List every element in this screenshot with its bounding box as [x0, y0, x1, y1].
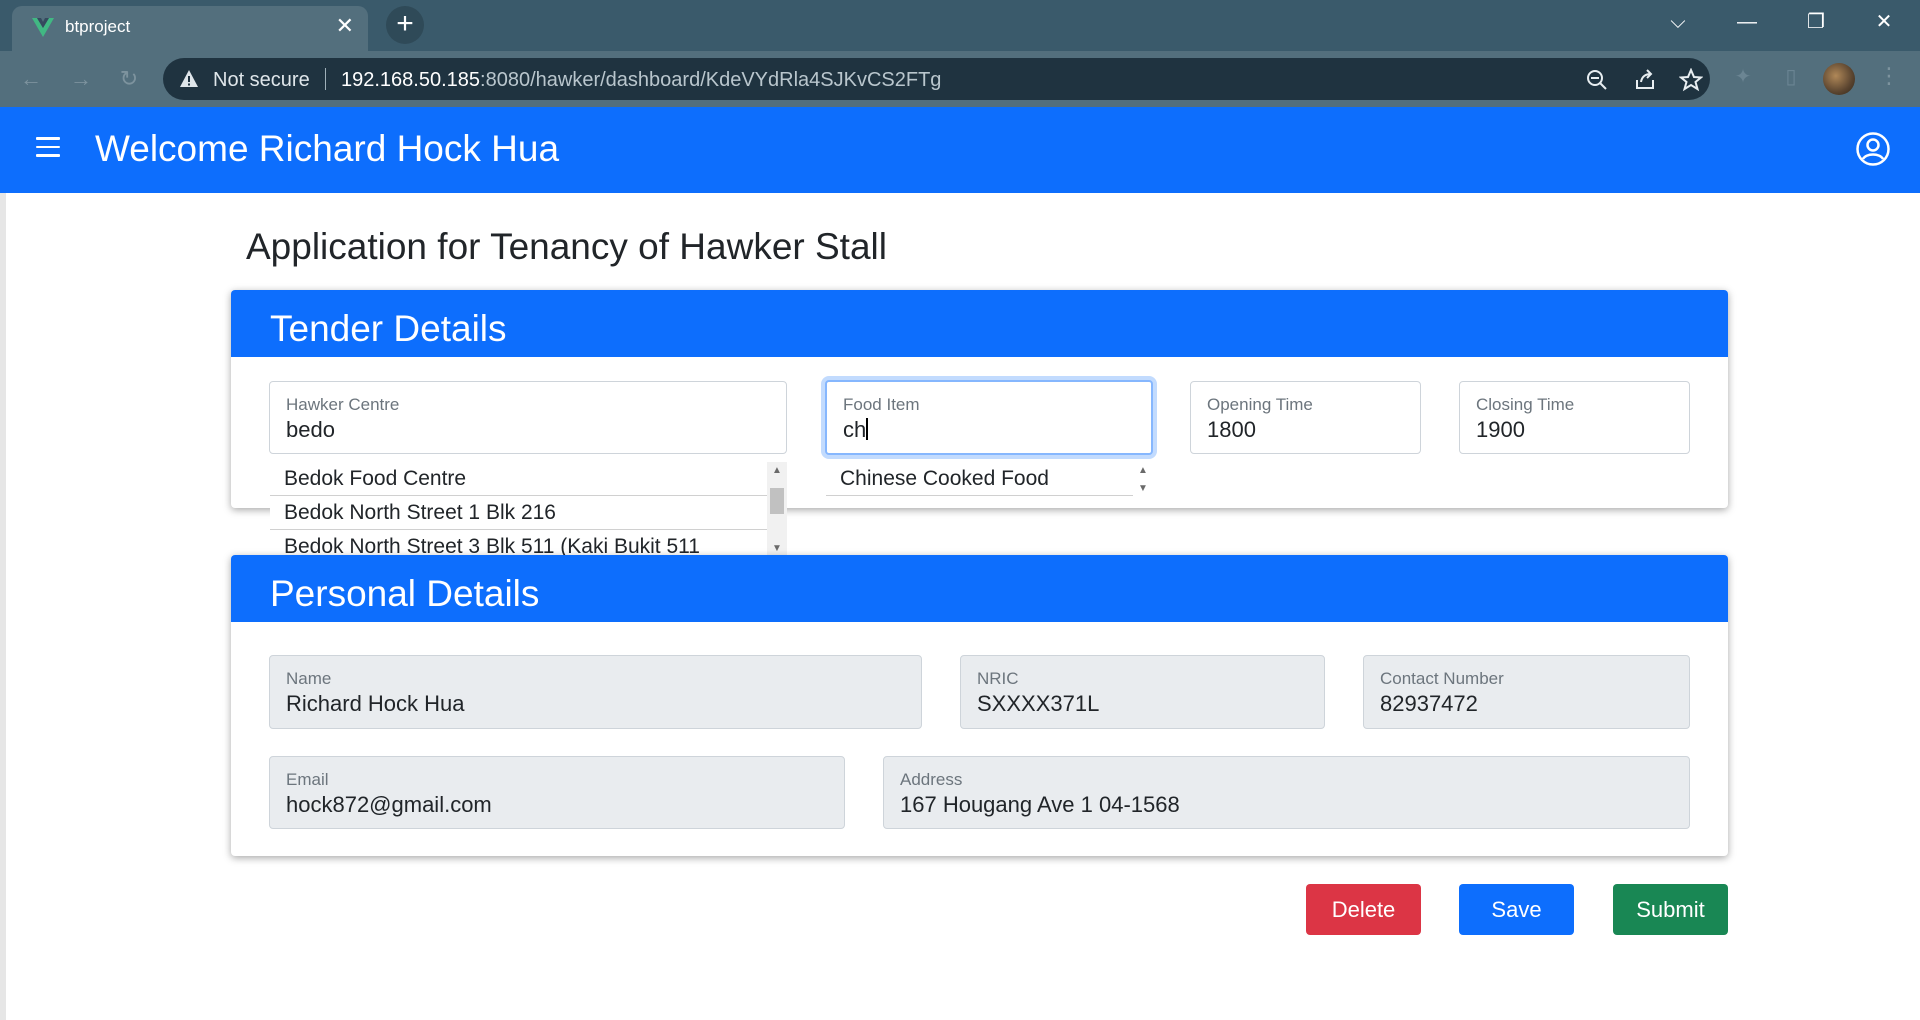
- nric-field: NRIC SXXXX371L: [960, 655, 1325, 729]
- address-value: 167 Hougang Ave 1 04-1568: [900, 792, 1180, 817]
- page-left-border: [0, 193, 6, 1020]
- opening-time-field[interactable]: Opening Time 1800: [1190, 381, 1421, 454]
- email-label: Email: [286, 770, 329, 789]
- extensions-puzzle-icon[interactable]: ✦: [1730, 64, 1756, 90]
- hawker-centre-suggestions[interactable]: Bedok Food Centre Bedok North Street 1 B…: [270, 462, 787, 558]
- browser-toolbar: ← → ↻ Not secure 192.168.50.185:8080/haw…: [0, 51, 1920, 107]
- suggestion-item[interactable]: Chinese Cooked Food: [826, 462, 1153, 496]
- profile-avatar[interactable]: [1823, 63, 1855, 95]
- text-caret: [866, 418, 868, 440]
- address-bar[interactable]: Not secure 192.168.50.185:8080/hawker/da…: [163, 58, 1710, 100]
- delete-button[interactable]: Delete: [1306, 884, 1421, 935]
- tender-details-header: Tender Details: [231, 290, 1728, 357]
- personal-details-heading: Personal Details: [270, 573, 540, 614]
- spin-up-arrow-icon[interactable]: ▲: [1133, 462, 1153, 480]
- submit-button[interactable]: Submit: [1613, 884, 1728, 935]
- page-title: Application for Tenancy of Hawker Stall: [246, 226, 887, 267]
- url-path: :8080/hawker/dashboard/KdeVYdRla4SJKvCS2…: [480, 69, 942, 91]
- contact-number-label: Contact Number: [1380, 669, 1504, 688]
- closing-time-value: 1900: [1476, 417, 1525, 442]
- suggestion-item[interactable]: Bedok North Street 3 Blk 511 (Kaki Bukit…: [270, 530, 787, 558]
- food-item-suggestions[interactable]: Chinese Cooked Food ▲ ▼: [826, 462, 1153, 498]
- scroll-up-arrow-icon[interactable]: ▲: [767, 462, 787, 480]
- tab-search-chevron-icon[interactable]: ⌵: [1658, 8, 1698, 36]
- email-field: Email hock872@gmail.com: [269, 756, 845, 829]
- vue-logo-icon: [32, 18, 54, 37]
- forward-arrow-icon[interactable]: →: [66, 64, 96, 94]
- suggestion-item[interactable]: Bedok North Street 1 Blk 216: [270, 496, 787, 530]
- omnibox-divider: [325, 68, 326, 90]
- closing-time-label: Closing Time: [1476, 395, 1575, 414]
- suggestion-item[interactable]: Bedok Food Centre: [270, 462, 787, 496]
- address-label: Address: [900, 770, 963, 789]
- browser-tab-bar: btproject ✕ + ⌵ — ❐ ✕: [0, 0, 1920, 51]
- reload-icon[interactable]: ↻: [114, 64, 144, 94]
- zoom-icon[interactable]: [1585, 68, 1609, 92]
- new-tab-button[interactable]: +: [386, 6, 424, 44]
- bookmark-star-icon[interactable]: [1679, 68, 1703, 92]
- opening-time-label: Opening Time: [1207, 395, 1313, 414]
- security-indicator[interactable]: Not secure: [213, 69, 310, 92]
- personal-details-header: Personal Details: [231, 555, 1728, 622]
- hawker-centre-field[interactable]: Hawker Centre bedo: [269, 381, 787, 454]
- back-arrow-icon[interactable]: ←: [16, 64, 46, 94]
- app-header: Welcome Richard Hock Hua: [0, 107, 1920, 193]
- tab-title: btproject: [65, 17, 131, 36]
- restore-icon[interactable]: ❐: [1796, 8, 1836, 36]
- browser-menu-icon[interactable]: ⋮: [1878, 63, 1900, 89]
- tender-details-heading: Tender Details: [270, 308, 507, 349]
- food-item-field[interactable]: Food Item ch: [825, 380, 1153, 455]
- name-value: Richard Hock Hua: [286, 691, 465, 716]
- suggestions-scrollbar[interactable]: ▲ ▼: [767, 462, 787, 558]
- closing-time-field[interactable]: Closing Time 1900: [1459, 381, 1690, 454]
- opening-time-value: 1800: [1207, 417, 1256, 442]
- browser-tab[interactable]: btproject ✕: [12, 6, 368, 51]
- address-field: Address 167 Hougang Ave 1 04-1568: [883, 756, 1690, 829]
- url-text[interactable]: 192.168.50.185:8080/hawker/dashboard/Kde…: [341, 69, 941, 92]
- nric-value: SXXXX371L: [977, 691, 1100, 716]
- minimize-icon[interactable]: —: [1727, 8, 1767, 36]
- sidebar-icon[interactable]: ▯: [1778, 64, 1804, 90]
- warning-icon: [180, 70, 198, 87]
- nric-label: NRIC: [977, 669, 1019, 688]
- hawker-centre-label: Hawker Centre: [286, 395, 400, 414]
- tab-close-icon[interactable]: ✕: [336, 14, 354, 38]
- food-item-value: ch: [843, 417, 868, 442]
- hawker-centre-value: bedo: [286, 417, 335, 442]
- user-account-icon[interactable]: [1855, 131, 1891, 167]
- scroll-thumb[interactable]: [770, 488, 784, 514]
- share-icon[interactable]: [1633, 68, 1657, 92]
- name-field: Name Richard Hock Hua: [269, 655, 922, 729]
- contact-number-field: Contact Number 82937472: [1363, 655, 1690, 729]
- spin-down-arrow-icon[interactable]: ▼: [1133, 480, 1153, 498]
- food-item-label: Food Item: [843, 395, 920, 414]
- name-label: Name: [286, 669, 332, 688]
- hamburger-menu-icon[interactable]: [36, 137, 60, 159]
- food-suggestions-spinner[interactable]: ▲ ▼: [1133, 462, 1153, 498]
- contact-number-value: 82937472: [1380, 691, 1478, 716]
- window-close-icon[interactable]: ✕: [1864, 8, 1904, 36]
- save-button[interactable]: Save: [1459, 884, 1574, 935]
- url-host: 192.168.50.185: [341, 69, 481, 91]
- welcome-title: Welcome Richard Hock Hua: [95, 128, 560, 169]
- email-value: hock872@gmail.com: [286, 792, 492, 817]
